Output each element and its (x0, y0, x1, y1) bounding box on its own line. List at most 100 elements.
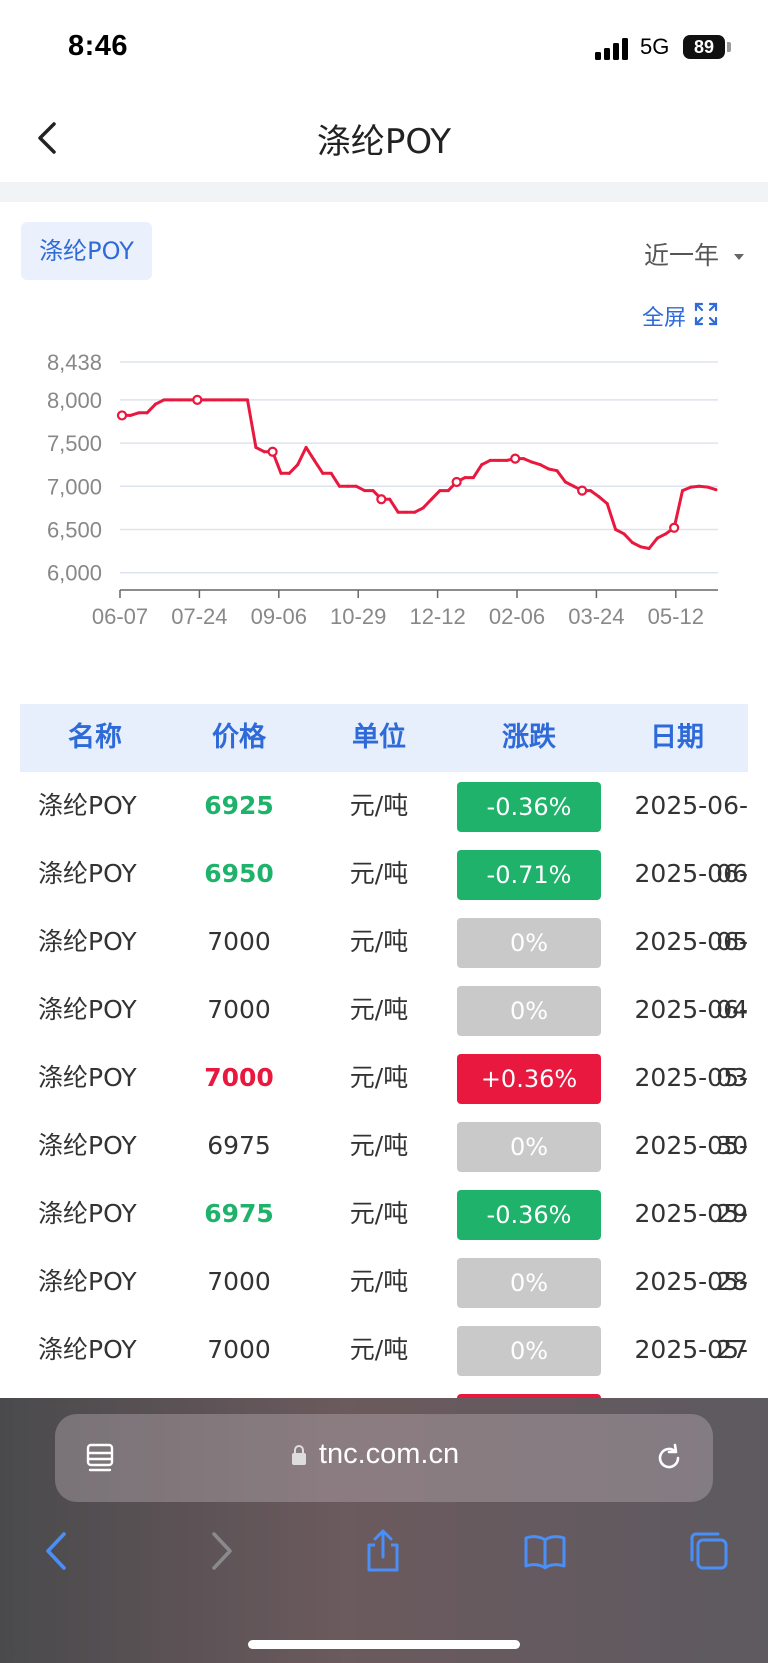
cell-date: 2025-05-29 (634, 1131, 748, 1228)
battery-indicator: 89 (683, 35, 725, 59)
reload-icon[interactable] (653, 1442, 685, 1474)
data-point-marker (192, 394, 203, 405)
x-tick-label: 07-24 (171, 604, 227, 629)
cell-price: 7000 (207, 1335, 271, 1364)
cell-date: 2025-05-26 (634, 1335, 748, 1432)
cell-name: 涤纶POY (38, 995, 137, 1024)
nav-bar: 涤纶POY (0, 96, 768, 182)
cell-change-badge: 0% (457, 1258, 601, 1308)
cell-unit: 元/吨 (349, 1199, 409, 1228)
table-row[interactable]: 涤纶POY 6975 元/吨 -0.36% 2025-05-28 (20, 1180, 748, 1296)
data-point (346, 484, 350, 488)
header-unit: 单位 (352, 722, 406, 753)
caret-down-icon[interactable] (734, 254, 744, 260)
data-point (697, 484, 701, 488)
data-point (329, 471, 333, 475)
table-row[interactable]: 涤纶POY 7000 元/吨 +0.36% 2025-05-30 (20, 1044, 748, 1160)
cell-change-badge: -0.36% (457, 1190, 601, 1240)
battery-tip (727, 42, 731, 52)
share-icon[interactable] (360, 1528, 406, 1574)
table-row[interactable]: 涤纶POY 7000 元/吨 0% 2025-06-04 (20, 908, 748, 1024)
data-point (179, 398, 183, 402)
cell-name: 涤纶POY (38, 1131, 137, 1160)
cell-change-badge: 0% (457, 986, 601, 1036)
fullscreen-button[interactable]: 全屏 (642, 300, 686, 332)
series-line (122, 398, 717, 550)
network-type: 5G (640, 34, 670, 59)
cell-date: 2025-06-04 (634, 927, 748, 1024)
cell-date: 2025-06-06 (634, 791, 748, 888)
cell-name: 涤纶POY (38, 1335, 137, 1364)
table-row[interactable]: 涤纶POY 7000 元/吨 0% 2025-05-26 (20, 1316, 748, 1432)
data-point (354, 484, 358, 488)
x-tick-label: 02-06 (489, 604, 545, 629)
cell-change-badge: 0% (457, 1122, 601, 1172)
url-text[interactable]: tnc.com.cn (55, 1438, 713, 1471)
data-point (262, 450, 266, 454)
table-row[interactable]: 涤纶POY 6975 元/吨 0% 2025-05-29 (20, 1112, 748, 1228)
price-line-chart: 8,438 8,000 7,500 7,000 6,500 6,000 06-07 07-24… (47, 350, 718, 629)
data-point (538, 463, 542, 467)
data-point (714, 488, 718, 492)
data-point (128, 413, 132, 417)
data-point (488, 458, 492, 462)
cell-name: 涤纶POY (38, 1267, 137, 1296)
bookmarks-icon[interactable] (522, 1528, 568, 1574)
expand-icon[interactable] (694, 302, 718, 326)
y-tick-label: 8,000 (47, 388, 102, 413)
cell-price: 6950 (204, 859, 274, 888)
page-title: 涤纶POY (316, 122, 452, 162)
data-point (162, 398, 166, 402)
address-bar[interactable]: tnc.com.cn (55, 1414, 713, 1502)
cell-unit: 元/吨 (349, 1063, 409, 1092)
data-point-marker (116, 410, 128, 421)
table-row[interactable]: 涤纶POY 7000 元/吨 0% 2025-05-27 (20, 1248, 748, 1364)
cell-date: 2025-05-28 (634, 1199, 748, 1296)
data-point (212, 398, 216, 402)
forward-arrow-icon[interactable] (198, 1528, 244, 1574)
data-point-marker (376, 494, 387, 505)
data-point (563, 480, 567, 484)
data-point (480, 463, 484, 467)
home-indicator (248, 1640, 520, 1649)
browser-toolbar: tnc.com.cn (0, 1398, 768, 1663)
table-row[interactable]: 涤纶POY 6950 元/吨 -0.71% 2025-06-05 (20, 840, 748, 956)
cell-unit: 元/吨 (349, 1131, 409, 1160)
status-time: 8:46 (68, 30, 129, 62)
product-tag[interactable]: 涤纶POY (21, 222, 152, 280)
cell-date: 2025-05-27 (634, 1267, 748, 1364)
y-tick-label: 6,500 (47, 517, 102, 542)
time-range-select[interactable]: 近一年 (644, 236, 719, 272)
data-point (237, 398, 241, 402)
data-point (145, 411, 149, 415)
data-point (312, 458, 316, 462)
table-body: 涤纶POY 6925 元/吨 -0.36% 2025-06-06 涤纶POY 6950 元/吨… (20, 772, 748, 1432)
cell-price: 6925 (204, 791, 274, 820)
x-tick-label: 12-12 (409, 604, 465, 629)
tabs-icon[interactable] (686, 1528, 732, 1574)
data-point (321, 471, 325, 475)
table-row[interactable]: 涤纶POY 7000 元/吨 0% 2025-06-03 (20, 976, 748, 1092)
cell-unit: 元/吨 (349, 995, 409, 1024)
data-point (589, 489, 593, 493)
data-point (304, 445, 308, 449)
data-point (388, 497, 392, 501)
data-point (279, 471, 283, 475)
data-point (404, 510, 408, 514)
data-point (187, 398, 191, 402)
cell-name: 涤纶POY (38, 927, 137, 956)
data-point-marker (510, 453, 521, 464)
cell-date: 2025-06-03 (634, 995, 748, 1092)
data-point (522, 457, 526, 461)
data-point (438, 489, 442, 493)
cell-name: 涤纶POY (38, 791, 137, 820)
table-row[interactable]: 涤纶POY 6925 元/吨 -0.36% 2025-06-06 (20, 772, 748, 888)
data-point (655, 536, 659, 540)
y-tick-label: 7,500 (47, 431, 102, 456)
data-point-marker (669, 522, 680, 533)
data-point (597, 495, 601, 499)
back-arrow-icon[interactable] (34, 1528, 80, 1574)
cell-price: 6975 (207, 1131, 271, 1160)
y-tick-label: 8,438 (47, 350, 102, 375)
cell-price: 7000 (204, 1063, 274, 1092)
